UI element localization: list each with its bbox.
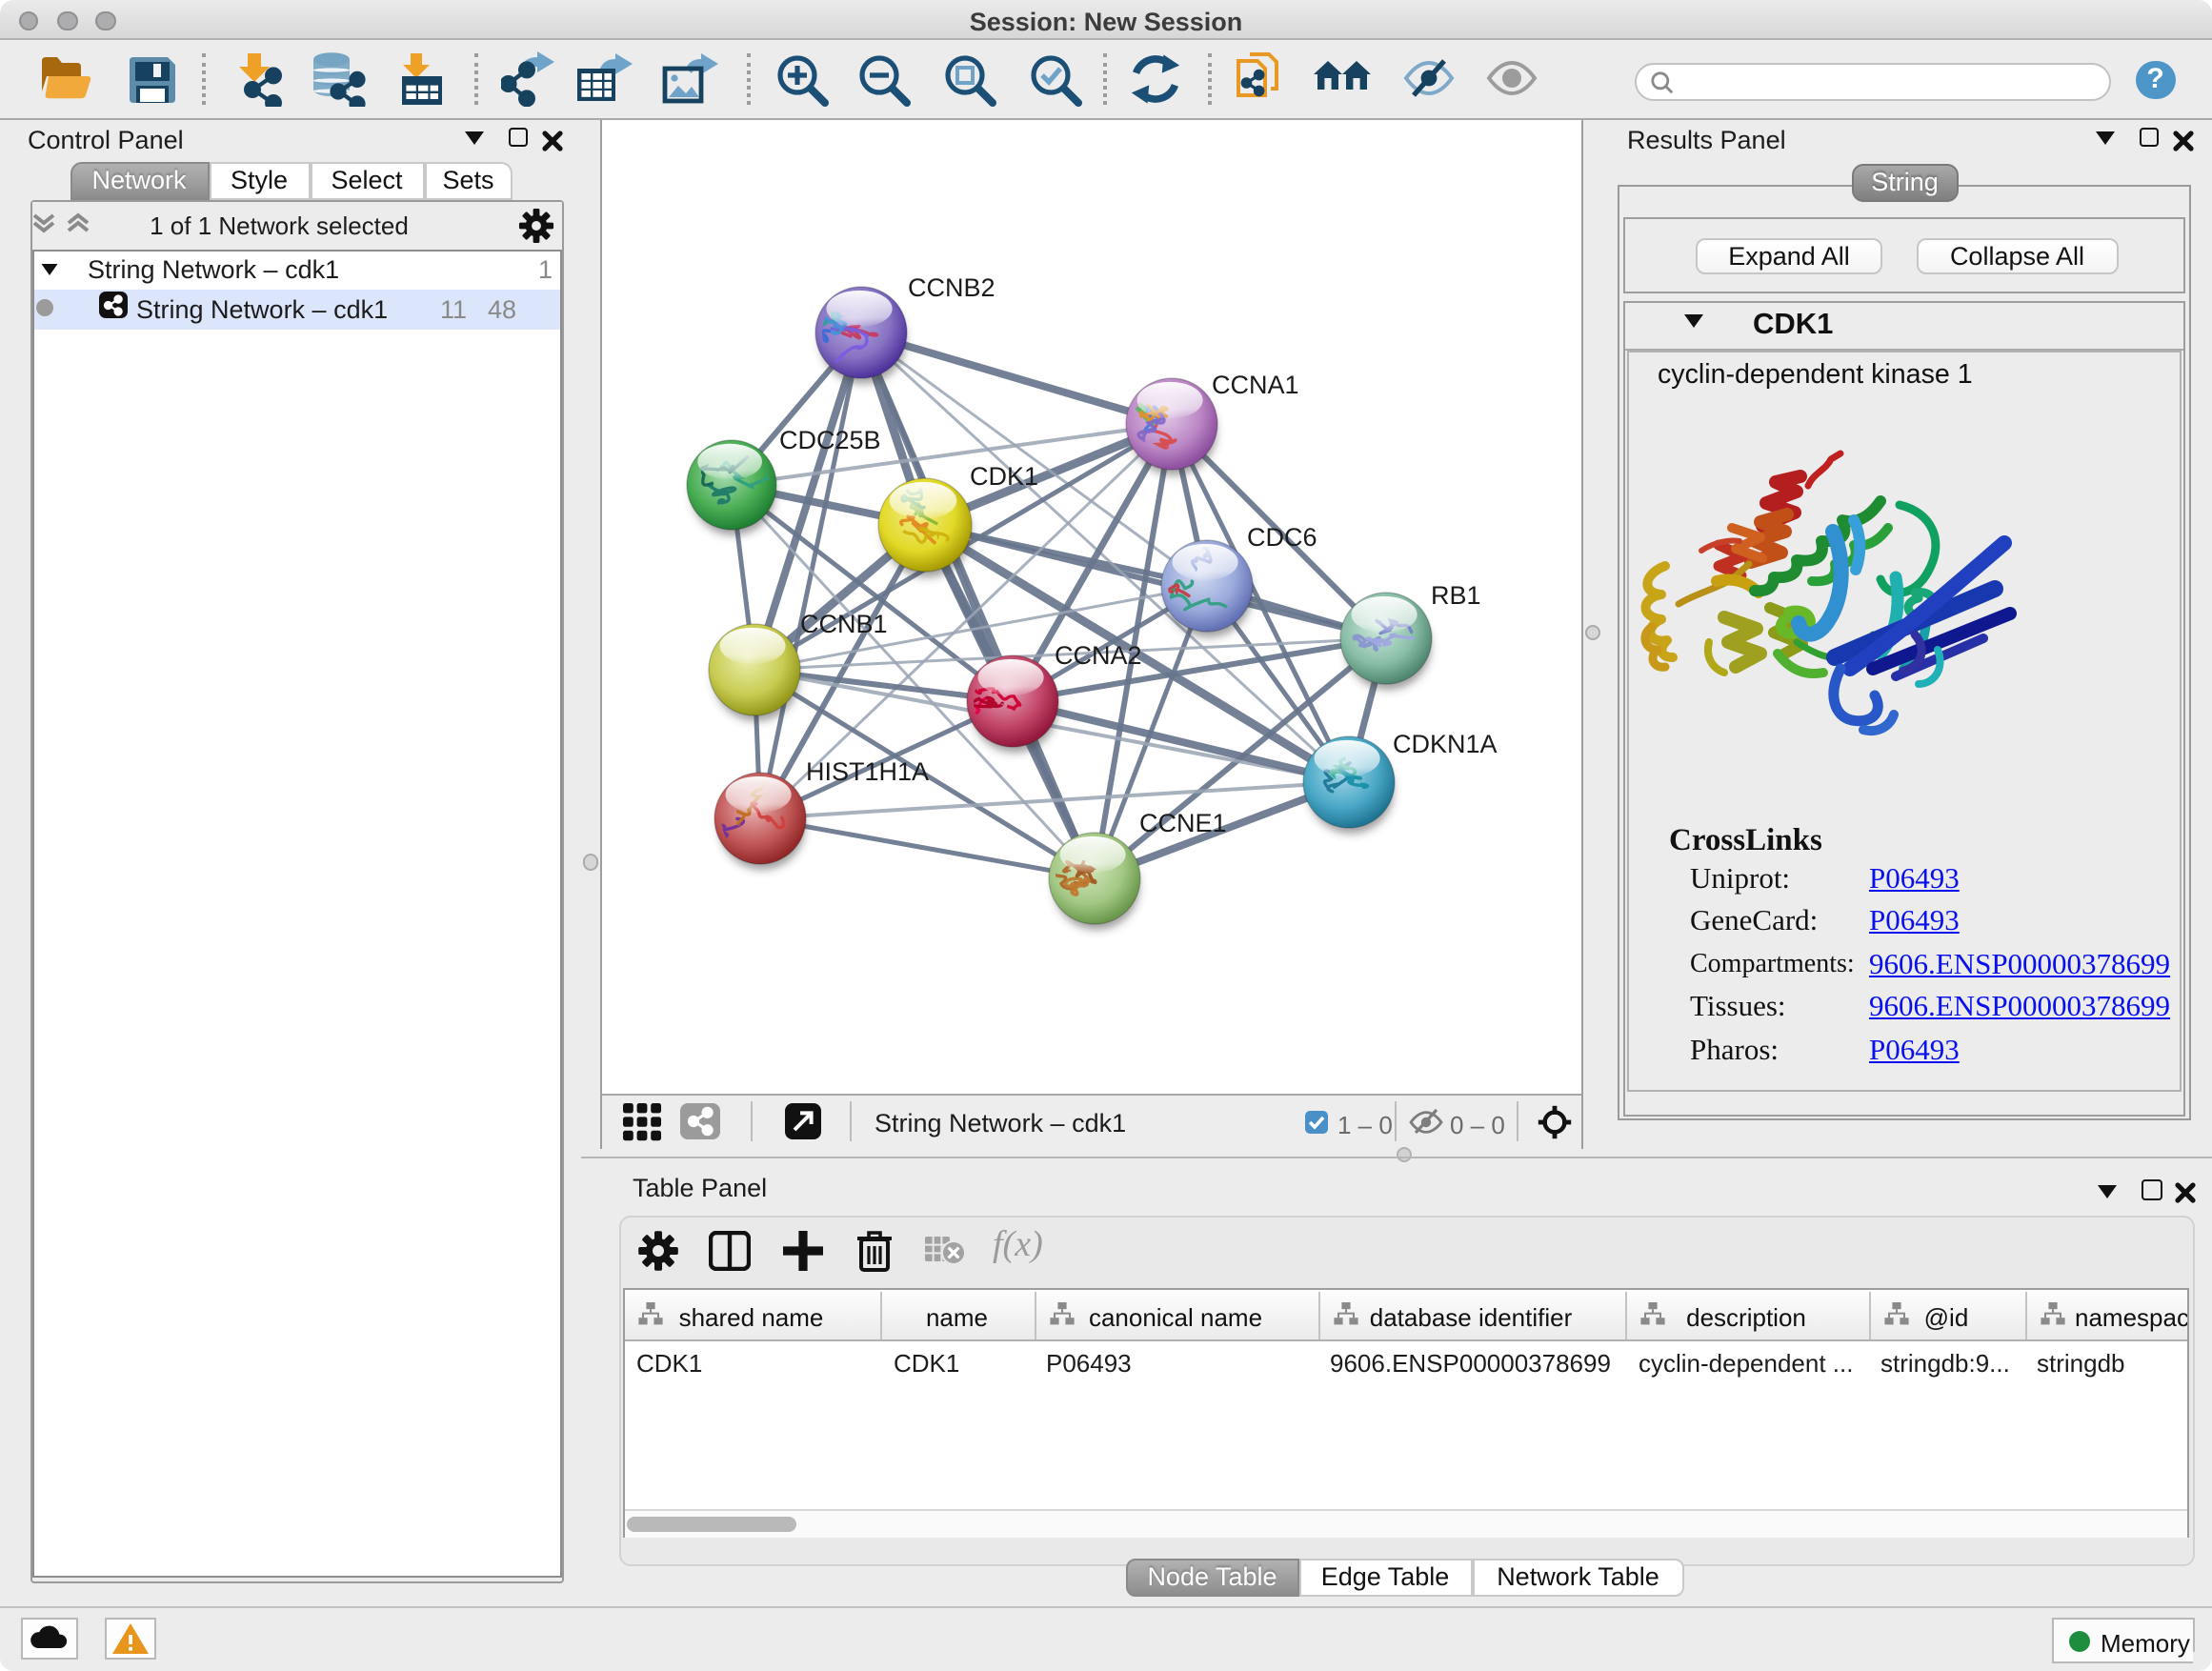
svg-text:CCNB2: CCNB2 [907,272,995,301]
svg-text:HIST1H1A: HIST1H1A [805,756,928,785]
svg-text:RB1: RB1 [1430,580,1480,609]
svg-text:CDC6: CDC6 [1246,522,1317,551]
svg-text:CCNE1: CCNE1 [1138,808,1226,836]
svg-text:CCNB1: CCNB1 [799,609,887,637]
svg-text:CCNA1: CCNA1 [1211,370,1298,398]
svg-text:CCNA2: CCNA2 [1054,640,1141,669]
svg-text:CDKN1A: CDKN1A [1392,729,1497,757]
svg-text:CDC25B: CDC25B [778,425,880,453]
svg-text:CDK1: CDK1 [969,461,1037,490]
